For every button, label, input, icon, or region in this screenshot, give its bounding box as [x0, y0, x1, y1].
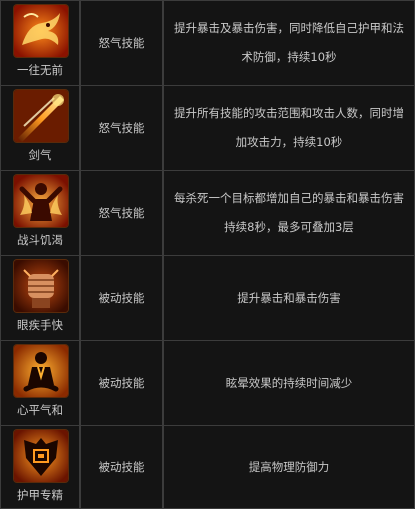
skill-row: 护甲专精 被动技能 提高物理防御力 [0, 425, 415, 509]
sword-energy-icon [14, 90, 68, 142]
skill-type: 被动技能 [80, 425, 163, 509]
dragon-icon [14, 5, 68, 57]
skill-description: 提升所有技能的攻击范围和攻击人数，同时增加攻击力，持续10秒 [163, 85, 415, 171]
skill-icon-cell: 护甲专精 [0, 425, 80, 509]
skill-description: 提高物理防御力 [163, 425, 415, 509]
fist-icon [14, 260, 68, 312]
skill-type: 怒气技能 [80, 0, 163, 86]
skill-icon-cell: 心平气和 [0, 340, 80, 426]
skill-row: 一往无前 怒气技能 提升暴击及暴击伤害，同时降低自己护甲和法术防御，持续10秒 [0, 0, 415, 86]
skill-type: 怒气技能 [80, 85, 163, 171]
skill-name: 心平气和 [17, 403, 63, 417]
skill-name: 眼疾手快 [17, 318, 63, 332]
skill-description: 眩晕效果的持续时间减少 [163, 340, 415, 426]
skill-icon-cell: 一往无前 [0, 0, 80, 86]
skill-table: 一往无前 怒气技能 提升暴击及暴击伤害，同时降低自己护甲和法术防御，持续10秒 … [0, 0, 415, 509]
skill-name: 剑气 [28, 148, 52, 162]
skill-type: 怒气技能 [80, 170, 163, 256]
skill-description: 提升暴击及暴击伤害，同时降低自己护甲和法术防御，持续10秒 [163, 0, 415, 86]
skill-icon-cell: 剑气 [0, 85, 80, 171]
skill-row: 战斗饥渴 怒气技能 每杀死一个目标都增加自己的暴击和暴击伤害持续8秒，最多可叠加… [0, 170, 415, 256]
skill-icon-cell: 眼疾手快 [0, 255, 80, 341]
skill-row: 眼疾手快 被动技能 提升暴击和暴击伤害 [0, 255, 415, 341]
skill-type: 被动技能 [80, 255, 163, 341]
flame-warrior-icon [14, 175, 68, 227]
skill-description: 每杀死一个目标都增加自己的暴击和暴击伤害持续8秒，最多可叠加3层 [163, 170, 415, 256]
skill-row: 心平气和 被动技能 眩晕效果的持续时间减少 [0, 340, 415, 426]
skill-description: 提升暴击和暴击伤害 [163, 255, 415, 341]
skill-name: 战斗饥渴 [17, 233, 63, 247]
skill-type: 被动技能 [80, 340, 163, 426]
meditation-icon [14, 345, 68, 397]
armor-icon [14, 430, 68, 482]
skill-row: 剑气 怒气技能 提升所有技能的攻击范围和攻击人数，同时增加攻击力，持续10秒 [0, 85, 415, 171]
skill-icon-cell: 战斗饥渴 [0, 170, 80, 256]
skill-name: 一往无前 [17, 63, 63, 77]
skill-name: 护甲专精 [17, 488, 63, 502]
